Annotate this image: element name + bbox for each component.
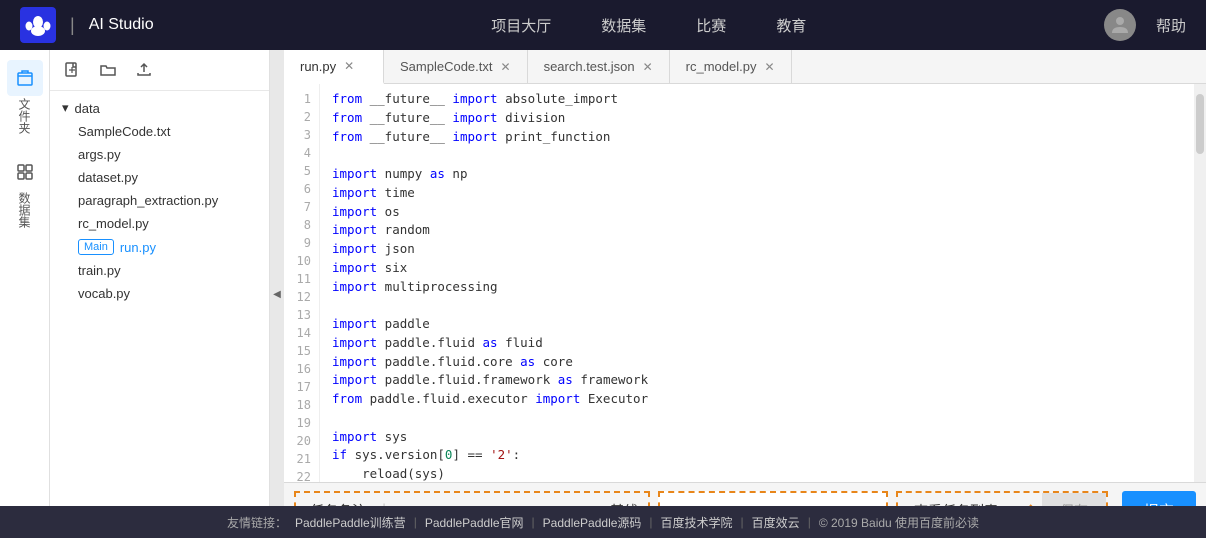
menu-item-project[interactable]: 项目大厅: [491, 15, 551, 36]
dataset-label: 数据集: [16, 192, 33, 228]
list-item[interactable]: args.py: [50, 143, 269, 166]
menu-item-education[interactable]: 教育: [776, 15, 806, 36]
code-editor[interactable]: 1234 5678 9101112 13141516 17181920 2122…: [284, 84, 1206, 482]
list-item[interactable]: SampleCode.txt: [50, 120, 269, 143]
file-list: ▾ data SampleCode.txt args.py dataset.py…: [50, 91, 269, 538]
dataset-icon-btn[interactable]: [7, 154, 43, 190]
list-item[interactable]: paragraph_extraction.py: [50, 189, 269, 212]
tab-label: search.test.json: [544, 59, 635, 74]
baidu-logo: [20, 7, 56, 43]
list-item[interactable]: vocab.py: [50, 282, 269, 305]
tab-label: SampleCode.txt: [400, 59, 493, 74]
scrollbar-thumb[interactable]: [1196, 94, 1204, 154]
upload-btn[interactable]: [132, 58, 156, 82]
footer-link-4[interactable]: 百度效云: [752, 514, 800, 531]
footer-copyright: © 2019 Baidu 使用百度前必读: [819, 514, 979, 531]
tab-close-rc-model[interactable]: ✕: [764, 60, 774, 74]
scrollbar[interactable]: [1194, 84, 1206, 482]
tab-close-run-py[interactable]: ✕: [344, 59, 354, 73]
nav-right: 帮助: [1104, 9, 1186, 41]
tab-rc-model[interactable]: rc_model.py ✕: [670, 50, 792, 83]
help-link[interactable]: 帮助: [1156, 15, 1186, 36]
tab-label: run.py: [300, 59, 336, 74]
data-folder[interactable]: ▾ data: [50, 96, 269, 120]
list-item[interactable]: train.py: [50, 259, 269, 282]
files-icon-btn[interactable]: [7, 60, 43, 96]
tabs-bar: run.py ✕ SampleCode.txt ✕ search.test.js…: [284, 50, 1206, 84]
files-label: 文件夹: [16, 98, 33, 134]
logo-separator: |: [70, 15, 75, 36]
tab-close-search-test[interactable]: ✕: [643, 60, 653, 74]
sidebar-icons: 文件夹 数据集: [0, 50, 50, 538]
main-menu: 项目大厅 数据集 比赛 教育: [194, 15, 1104, 36]
main-badge: Main: [78, 239, 114, 255]
list-item[interactable]: dataset.py: [50, 166, 269, 189]
top-navigation: | AI Studio 项目大厅 数据集 比赛 教育 帮助: [0, 0, 1206, 50]
line-numbers: 1234 5678 9101112 13141516 17181920 2122…: [284, 84, 320, 482]
tab-label: rc_model.py: [686, 59, 757, 74]
active-filename: run.py: [120, 240, 156, 255]
footer-link-1[interactable]: PaddlePaddle官网: [425, 514, 524, 531]
footer-link-2[interactable]: PaddlePaddle源码: [543, 514, 642, 531]
footer: 友情链接： PaddlePaddle训练营 | PaddlePaddle官网 |…: [0, 506, 1206, 538]
file-toolbar: [50, 50, 269, 91]
run-py-item[interactable]: Main run.py: [50, 235, 269, 259]
new-file-btn[interactable]: [60, 58, 84, 82]
folder-name: data: [75, 101, 100, 116]
sidebar-dataset-group[interactable]: 数据集: [7, 154, 43, 228]
footer-link-0[interactable]: PaddlePaddle训练营: [295, 514, 406, 531]
collapse-icon: ◀: [273, 289, 281, 300]
folder-chevron: ▾: [62, 100, 69, 116]
menu-item-dataset[interactable]: 数据集: [601, 15, 646, 36]
list-item[interactable]: rc_model.py: [50, 212, 269, 235]
editor-area: run.py ✕ SampleCode.txt ✕ search.test.js…: [284, 50, 1206, 538]
new-folder-btn[interactable]: [96, 58, 120, 82]
tab-run-py[interactable]: run.py ✕: [284, 50, 384, 84]
code-content[interactable]: from __future__ import absolute_import f…: [320, 84, 1194, 482]
tab-samplecode[interactable]: SampleCode.txt ✕: [384, 50, 528, 83]
tab-close-samplecode[interactable]: ✕: [501, 60, 511, 74]
logo-area: | AI Studio: [20, 7, 154, 43]
studio-label: AI Studio: [89, 16, 154, 34]
menu-item-contest[interactable]: 比赛: [696, 15, 726, 36]
file-panel: ▾ data SampleCode.txt args.py dataset.py…: [50, 50, 270, 538]
footer-link-3[interactable]: 百度技术学院: [661, 514, 733, 531]
tab-search-test[interactable]: search.test.json ✕: [528, 50, 670, 83]
content-area: 文件夹 数据集: [0, 50, 1206, 538]
footer-prefix: 友情链接：: [227, 514, 287, 531]
collapse-panel-btn[interactable]: ◀: [270, 50, 284, 538]
avatar[interactable]: [1104, 9, 1136, 41]
sidebar-files-group[interactable]: 文件夹: [7, 60, 43, 134]
